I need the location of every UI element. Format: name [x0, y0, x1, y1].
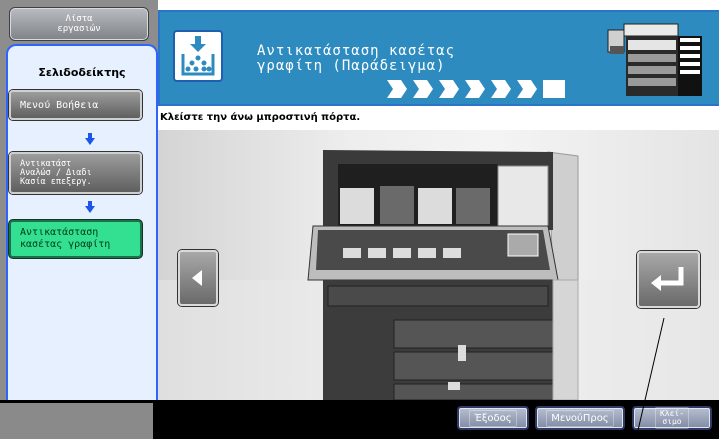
replace-toner-button[interactable]: Αντικατάσταση κασέτας γραφίτη [9, 220, 142, 258]
toner-icon [173, 30, 223, 82]
progress-step [413, 80, 433, 98]
close-label: Κλεί- σιμο [654, 407, 690, 429]
footer-left-area [0, 403, 153, 439]
progress-step [387, 80, 407, 98]
previous-button[interactable] [178, 250, 218, 306]
return-arrow-icon [651, 267, 684, 291]
replace-consumables-button[interactable]: Αντικατάστ Αναλώσ / Διαδι Κασία επεξεργ. [9, 152, 142, 194]
job-list-label: Λίστα εργασιών [57, 14, 101, 34]
page-title-line-2: γραφίτη (Παράδειγμα) [257, 58, 446, 74]
page-title: Αντικατάσταση κασέτας γραφίτη (Παράδειγμ… [257, 44, 455, 74]
illustration-area [158, 130, 719, 400]
help-menu-label: Μενού Βοήθεια [20, 99, 99, 111]
close-button[interactable]: Κλεί- σιμο [632, 406, 712, 430]
replace-toner-label: Αντικατάσταση κασέτας γραφίτη [20, 227, 111, 250]
replace-consumables-label: Αντικατάστ Αναλώσ / Διαδι Κασία επεξεργ. [20, 158, 92, 187]
arrow-down-icon [85, 201, 95, 213]
arrow-left-icon [192, 270, 202, 286]
help-menu-button[interactable]: Μενού Βοήθεια [9, 90, 142, 120]
progress-step [517, 80, 537, 98]
page-title-line-1: Αντικατάσταση κασέτας [257, 43, 456, 59]
progress-step [465, 80, 485, 98]
exit-button[interactable]: Έξοδος [457, 406, 529, 430]
exit-label: Έξοδος [469, 409, 517, 427]
main-menu-button[interactable]: ΜενούΠρος [535, 406, 625, 430]
printer-machine-icon [607, 23, 702, 96]
main-menu-label: ΜενούΠρος [546, 409, 614, 427]
bookmark-title: Σελιδοδείκτης [38, 66, 126, 79]
progress-step [543, 80, 565, 98]
progress-step [439, 80, 459, 98]
progress-step [491, 80, 511, 98]
return-button[interactable] [637, 251, 700, 308]
job-list-button[interactable]: Λίστα εργασιών [9, 7, 149, 41]
progress-indicator [387, 80, 571, 98]
printer-open-door-illustration [158, 150, 719, 400]
instruction-text: Κλείστε την άνω μπροστινή πόρτα. [160, 112, 361, 123]
arrow-down-icon [85, 133, 95, 145]
